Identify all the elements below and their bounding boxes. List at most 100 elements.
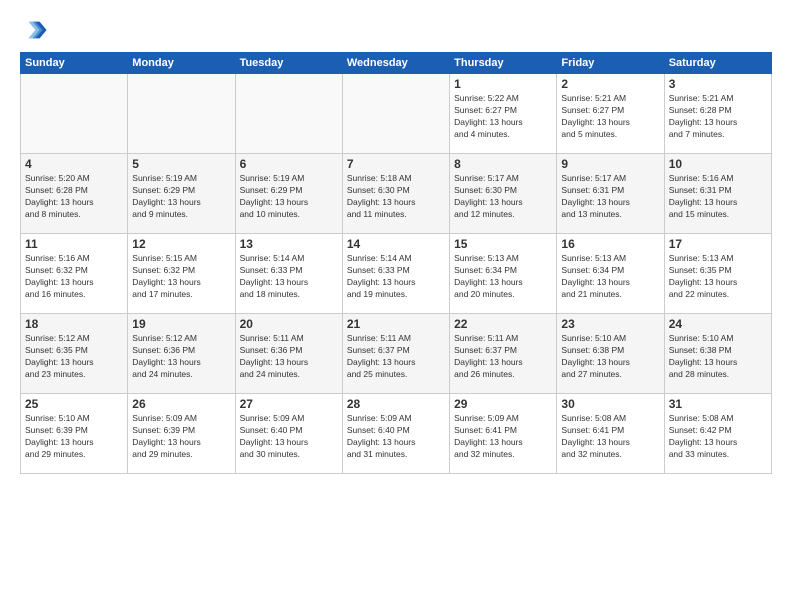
day-number: 10 (669, 157, 767, 171)
cell-4-4: 29 Sunrise: 5:09 AM Sunset: 6:41 PM Dayli… (450, 394, 557, 474)
day-number: 6 (240, 157, 338, 171)
day-number: 7 (347, 157, 445, 171)
cell-0-1 (128, 74, 235, 154)
day-number: 17 (669, 237, 767, 251)
cell-1-5: 9 Sunrise: 5:17 AM Sunset: 6:31 PM Daylig… (557, 154, 664, 234)
cell-3-4: 22 Sunrise: 5:11 AM Sunset: 6:37 PM Dayli… (450, 314, 557, 394)
day-info: Sunrise: 5:21 AM Sunset: 6:28 PM Dayligh… (669, 93, 767, 141)
day-info: Sunrise: 5:08 AM Sunset: 6:41 PM Dayligh… (561, 413, 659, 461)
logo (20, 16, 52, 44)
header-thursday: Thursday (450, 53, 557, 74)
header (20, 16, 772, 44)
cell-1-1: 5 Sunrise: 5:19 AM Sunset: 6:29 PM Daylig… (128, 154, 235, 234)
cell-4-1: 26 Sunrise: 5:09 AM Sunset: 6:39 PM Dayli… (128, 394, 235, 474)
header-monday: Monday (128, 53, 235, 74)
day-info: Sunrise: 5:22 AM Sunset: 6:27 PM Dayligh… (454, 93, 552, 141)
day-number: 20 (240, 317, 338, 331)
day-info: Sunrise: 5:11 AM Sunset: 6:37 PM Dayligh… (347, 333, 445, 381)
day-info: Sunrise: 5:16 AM Sunset: 6:31 PM Dayligh… (669, 173, 767, 221)
cell-0-5: 2Sunrise: 5:21 AM Sunset: 6:27 PM Daylig… (557, 74, 664, 154)
cell-4-2: 27 Sunrise: 5:09 AM Sunset: 6:40 PM Dayli… (235, 394, 342, 474)
week-row-2: 4 Sunrise: 5:20 AM Sunset: 6:28 PM Daylig… (21, 154, 772, 234)
day-info: Sunrise: 5:12 AM Sunset: 6:36 PM Dayligh… (132, 333, 230, 381)
cell-0-4: 1 Sunrise: 5:22 AM Sunset: 6:27 PM Daylig… (450, 74, 557, 154)
cell-3-0: 18Sunrise: 5:12 AM Sunset: 6:35 PM Dayli… (21, 314, 128, 394)
header-sunday: Sunday (21, 53, 128, 74)
cell-2-3: 14 Sunrise: 5:14 AM Sunset: 6:33 PM Dayli… (342, 234, 449, 314)
page: SundayMondayTuesdayWednesdayThursdayFrid… (0, 0, 792, 612)
day-info: Sunrise: 5:17 AM Sunset: 6:30 PM Dayligh… (454, 173, 552, 221)
day-number: 28 (347, 397, 445, 411)
week-row-4: 18Sunrise: 5:12 AM Sunset: 6:35 PM Dayli… (21, 314, 772, 394)
day-info: Sunrise: 5:13 AM Sunset: 6:34 PM Dayligh… (561, 253, 659, 301)
day-info: Sunrise: 5:11 AM Sunset: 6:37 PM Dayligh… (454, 333, 552, 381)
cell-0-3 (342, 74, 449, 154)
day-info: Sunrise: 5:12 AM Sunset: 6:35 PM Dayligh… (25, 333, 123, 381)
day-info: Sunrise: 5:16 AM Sunset: 6:32 PM Dayligh… (25, 253, 123, 301)
cell-4-0: 25 Sunrise: 5:10 AM Sunset: 6:39 PM Dayli… (21, 394, 128, 474)
week-row-1: 1 Sunrise: 5:22 AM Sunset: 6:27 PM Daylig… (21, 74, 772, 154)
day-info: Sunrise: 5:09 AM Sunset: 6:40 PM Dayligh… (347, 413, 445, 461)
day-number: 30 (561, 397, 659, 411)
day-number: 22 (454, 317, 552, 331)
cell-2-2: 13Sunrise: 5:14 AM Sunset: 6:33 PM Dayli… (235, 234, 342, 314)
cell-1-6: 10 Sunrise: 5:16 AM Sunset: 6:31 PM Dayli… (664, 154, 771, 234)
header-wednesday: Wednesday (342, 53, 449, 74)
day-info: Sunrise: 5:20 AM Sunset: 6:28 PM Dayligh… (25, 173, 123, 221)
cell-3-1: 19 Sunrise: 5:12 AM Sunset: 6:36 PM Dayli… (128, 314, 235, 394)
cell-4-6: 31 Sunrise: 5:08 AM Sunset: 6:42 PM Dayli… (664, 394, 771, 474)
day-number: 16 (561, 237, 659, 251)
cell-2-5: 16 Sunrise: 5:13 AM Sunset: 6:34 PM Dayli… (557, 234, 664, 314)
day-info: Sunrise: 5:13 AM Sunset: 6:34 PM Dayligh… (454, 253, 552, 301)
cell-2-6: 17Sunrise: 5:13 AM Sunset: 6:35 PM Dayli… (664, 234, 771, 314)
logo-icon (20, 16, 48, 44)
header-saturday: Saturday (664, 53, 771, 74)
day-number: 26 (132, 397, 230, 411)
calendar-header: SundayMondayTuesdayWednesdayThursdayFrid… (21, 53, 772, 74)
day-info: Sunrise: 5:17 AM Sunset: 6:31 PM Dayligh… (561, 173, 659, 221)
day-info: Sunrise: 5:14 AM Sunset: 6:33 PM Dayligh… (240, 253, 338, 301)
header-tuesday: Tuesday (235, 53, 342, 74)
header-row: SundayMondayTuesdayWednesdayThursdayFrid… (21, 53, 772, 74)
day-number: 5 (132, 157, 230, 171)
day-number: 8 (454, 157, 552, 171)
day-info: Sunrise: 5:18 AM Sunset: 6:30 PM Dayligh… (347, 173, 445, 221)
cell-2-1: 12Sunrise: 5:15 AM Sunset: 6:32 PM Dayli… (128, 234, 235, 314)
day-number: 27 (240, 397, 338, 411)
cell-3-5: 23 Sunrise: 5:10 AM Sunset: 6:38 PM Dayli… (557, 314, 664, 394)
cell-0-0 (21, 74, 128, 154)
day-number: 11 (25, 237, 123, 251)
day-number: 14 (347, 237, 445, 251)
day-info: Sunrise: 5:09 AM Sunset: 6:39 PM Dayligh… (132, 413, 230, 461)
cell-0-2 (235, 74, 342, 154)
week-row-5: 25 Sunrise: 5:10 AM Sunset: 6:39 PM Dayli… (21, 394, 772, 474)
day-number: 31 (669, 397, 767, 411)
day-number: 3 (669, 77, 767, 91)
day-number: 25 (25, 397, 123, 411)
day-number: 23 (561, 317, 659, 331)
cell-2-4: 15 Sunrise: 5:13 AM Sunset: 6:34 PM Dayli… (450, 234, 557, 314)
day-info: Sunrise: 5:19 AM Sunset: 6:29 PM Dayligh… (132, 173, 230, 221)
day-info: Sunrise: 5:08 AM Sunset: 6:42 PM Dayligh… (669, 413, 767, 461)
day-number: 19 (132, 317, 230, 331)
day-info: Sunrise: 5:11 AM Sunset: 6:36 PM Dayligh… (240, 333, 338, 381)
day-number: 9 (561, 157, 659, 171)
day-number: 29 (454, 397, 552, 411)
cell-1-0: 4 Sunrise: 5:20 AM Sunset: 6:28 PM Daylig… (21, 154, 128, 234)
day-info: Sunrise: 5:09 AM Sunset: 6:40 PM Dayligh… (240, 413, 338, 461)
cell-3-6: 24Sunrise: 5:10 AM Sunset: 6:38 PM Dayli… (664, 314, 771, 394)
day-number: 1 (454, 77, 552, 91)
day-info: Sunrise: 5:14 AM Sunset: 6:33 PM Dayligh… (347, 253, 445, 301)
day-info: Sunrise: 5:09 AM Sunset: 6:41 PM Dayligh… (454, 413, 552, 461)
day-info: Sunrise: 5:10 AM Sunset: 6:38 PM Dayligh… (561, 333, 659, 381)
header-friday: Friday (557, 53, 664, 74)
day-number: 15 (454, 237, 552, 251)
day-number: 24 (669, 317, 767, 331)
day-number: 4 (25, 157, 123, 171)
calendar-body: 1 Sunrise: 5:22 AM Sunset: 6:27 PM Daylig… (21, 74, 772, 474)
cell-1-3: 7 Sunrise: 5:18 AM Sunset: 6:30 PM Daylig… (342, 154, 449, 234)
cell-3-3: 21Sunrise: 5:11 AM Sunset: 6:37 PM Dayli… (342, 314, 449, 394)
day-info: Sunrise: 5:19 AM Sunset: 6:29 PM Dayligh… (240, 173, 338, 221)
day-info: Sunrise: 5:15 AM Sunset: 6:32 PM Dayligh… (132, 253, 230, 301)
day-info: Sunrise: 5:10 AM Sunset: 6:39 PM Dayligh… (25, 413, 123, 461)
